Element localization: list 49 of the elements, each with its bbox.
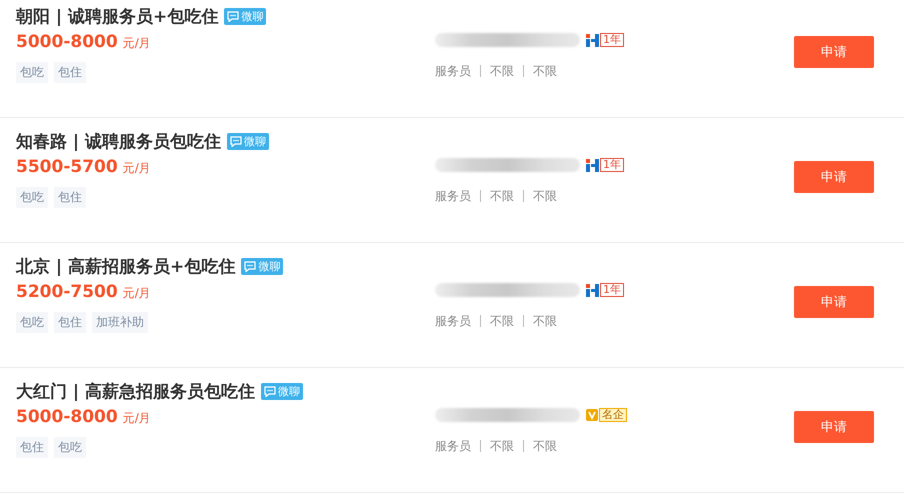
salary: 5500-5700 xyxy=(16,157,118,177)
apply-button[interactable]: 申请 xyxy=(794,36,874,68)
job-detail: 不限 xyxy=(480,440,523,452)
apply-button[interactable]: 申请 xyxy=(794,411,874,443)
job-detail: 服务员 xyxy=(435,315,472,327)
benefit-tag: 包住 xyxy=(54,62,86,83)
benefit-tag: 包吃 xyxy=(16,187,48,208)
company-badge: 名企 xyxy=(599,408,627,422)
job-detail: 服务员 xyxy=(435,190,472,202)
job-title[interactable]: 知春路 | 诚聘服务员包吃住 xyxy=(16,130,222,153)
salary-unit: 元/月 xyxy=(122,35,151,52)
company-badge: 1年 xyxy=(600,33,624,47)
benefit-tag: 包住 xyxy=(54,187,86,208)
chat-badge[interactable]: 微聊 xyxy=(261,383,304,400)
chat-badge[interactable]: 微聊 xyxy=(241,258,284,275)
logo-icon xyxy=(586,158,599,172)
job-title[interactable]: 北京 | 高薪招服务员+包吃住 xyxy=(16,255,236,278)
job-detail: 不限 xyxy=(480,190,523,202)
logo-icon xyxy=(586,34,599,46)
chat-badge[interactable]: 微聊 xyxy=(227,133,270,150)
job-title[interactable]: 朝阳 | 诚聘服务员+包吃住 xyxy=(16,5,218,28)
salary-unit: 元/月 xyxy=(122,160,151,177)
job-detail: 不限 xyxy=(480,65,523,77)
benefit-tag: 包吃 xyxy=(16,312,48,333)
benefit-tag: 加班补助 xyxy=(92,312,148,333)
salary: 5000-8000 xyxy=(16,32,118,52)
job-detail: 不限 xyxy=(523,440,566,452)
company-badge: 1年 xyxy=(600,283,624,297)
job-detail: 服务员 xyxy=(435,65,472,77)
benefit-tag: 包住 xyxy=(54,312,86,333)
apply-button[interactable]: 申请 xyxy=(794,286,874,318)
job-detail: 不限 xyxy=(523,315,566,327)
v-icon xyxy=(586,409,598,421)
job-detail: 服务员 xyxy=(435,440,472,452)
logo-icon xyxy=(586,284,599,296)
salary-unit: 元/月 xyxy=(122,285,151,302)
job-detail: 不限 xyxy=(523,65,566,77)
job-title[interactable]: 大红门 | 高薪急招服务员包吃住 xyxy=(16,380,256,403)
benefit-tag: 包吃 xyxy=(16,62,48,83)
apply-button[interactable]: 申请 xyxy=(794,161,874,193)
benefit-tag: 包吃 xyxy=(54,437,86,458)
salary: 5200-7500 xyxy=(16,282,118,302)
job-detail: 不限 xyxy=(523,190,566,202)
salary: 5000-8000 xyxy=(16,407,118,427)
chat-badge[interactable]: 微聊 xyxy=(224,8,266,25)
job-detail: 不限 xyxy=(480,315,523,327)
benefit-tag: 包住 xyxy=(16,437,48,458)
company-badge: 1年 xyxy=(600,158,624,172)
salary-unit: 元/月 xyxy=(122,410,151,427)
